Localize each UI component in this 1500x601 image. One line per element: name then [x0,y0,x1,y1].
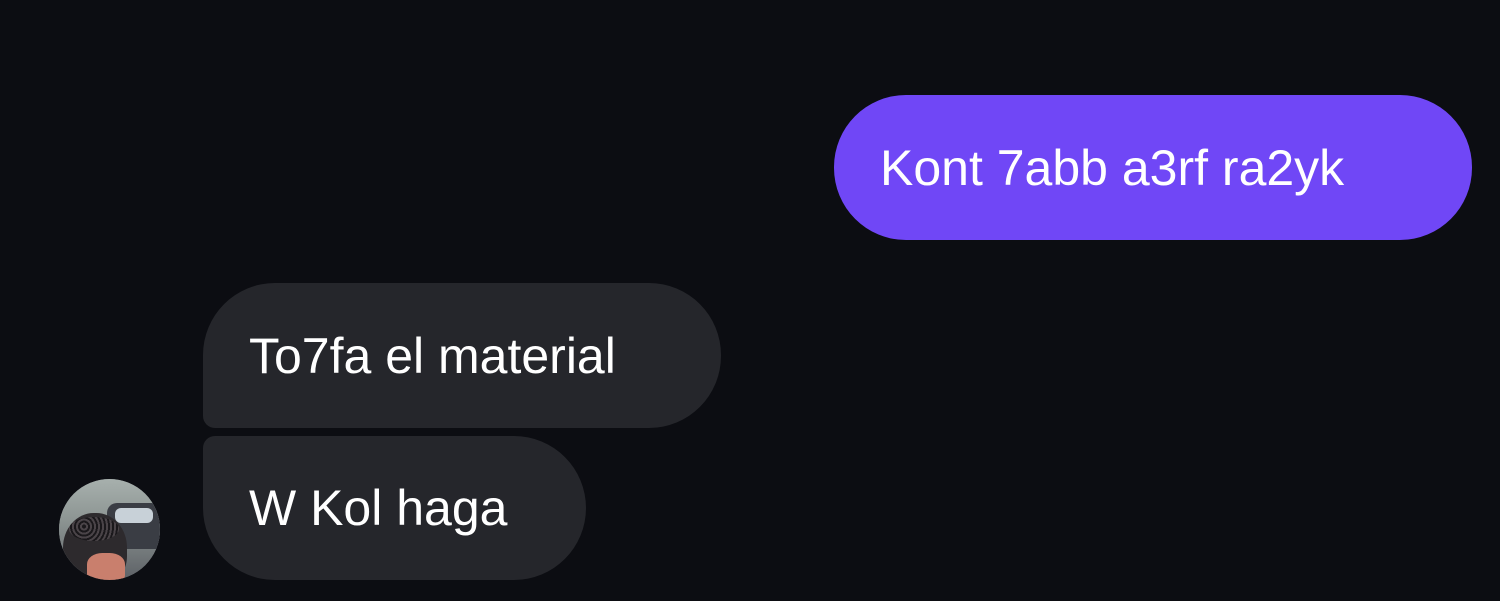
avatar-hair-texture [69,517,119,541]
outgoing-message-bubble[interactable]: Kont 7abb a3rf ra2yk [834,95,1472,240]
message-text: W Kol haga [249,480,508,536]
avatar-car-window [115,508,153,523]
incoming-message-bubble[interactable]: To7fa el material [203,283,721,428]
chat-thread: Kont 7abb a3rf ra2yk To7fa el material W… [0,0,1500,601]
incoming-message-bubble[interactable]: W Kol haga [203,436,586,580]
message-text: Kont 7abb a3rf ra2yk [880,139,1345,196]
avatar-skin-shape [87,553,125,580]
message-text: To7fa el material [249,327,616,384]
contact-avatar[interactable] [59,479,160,580]
